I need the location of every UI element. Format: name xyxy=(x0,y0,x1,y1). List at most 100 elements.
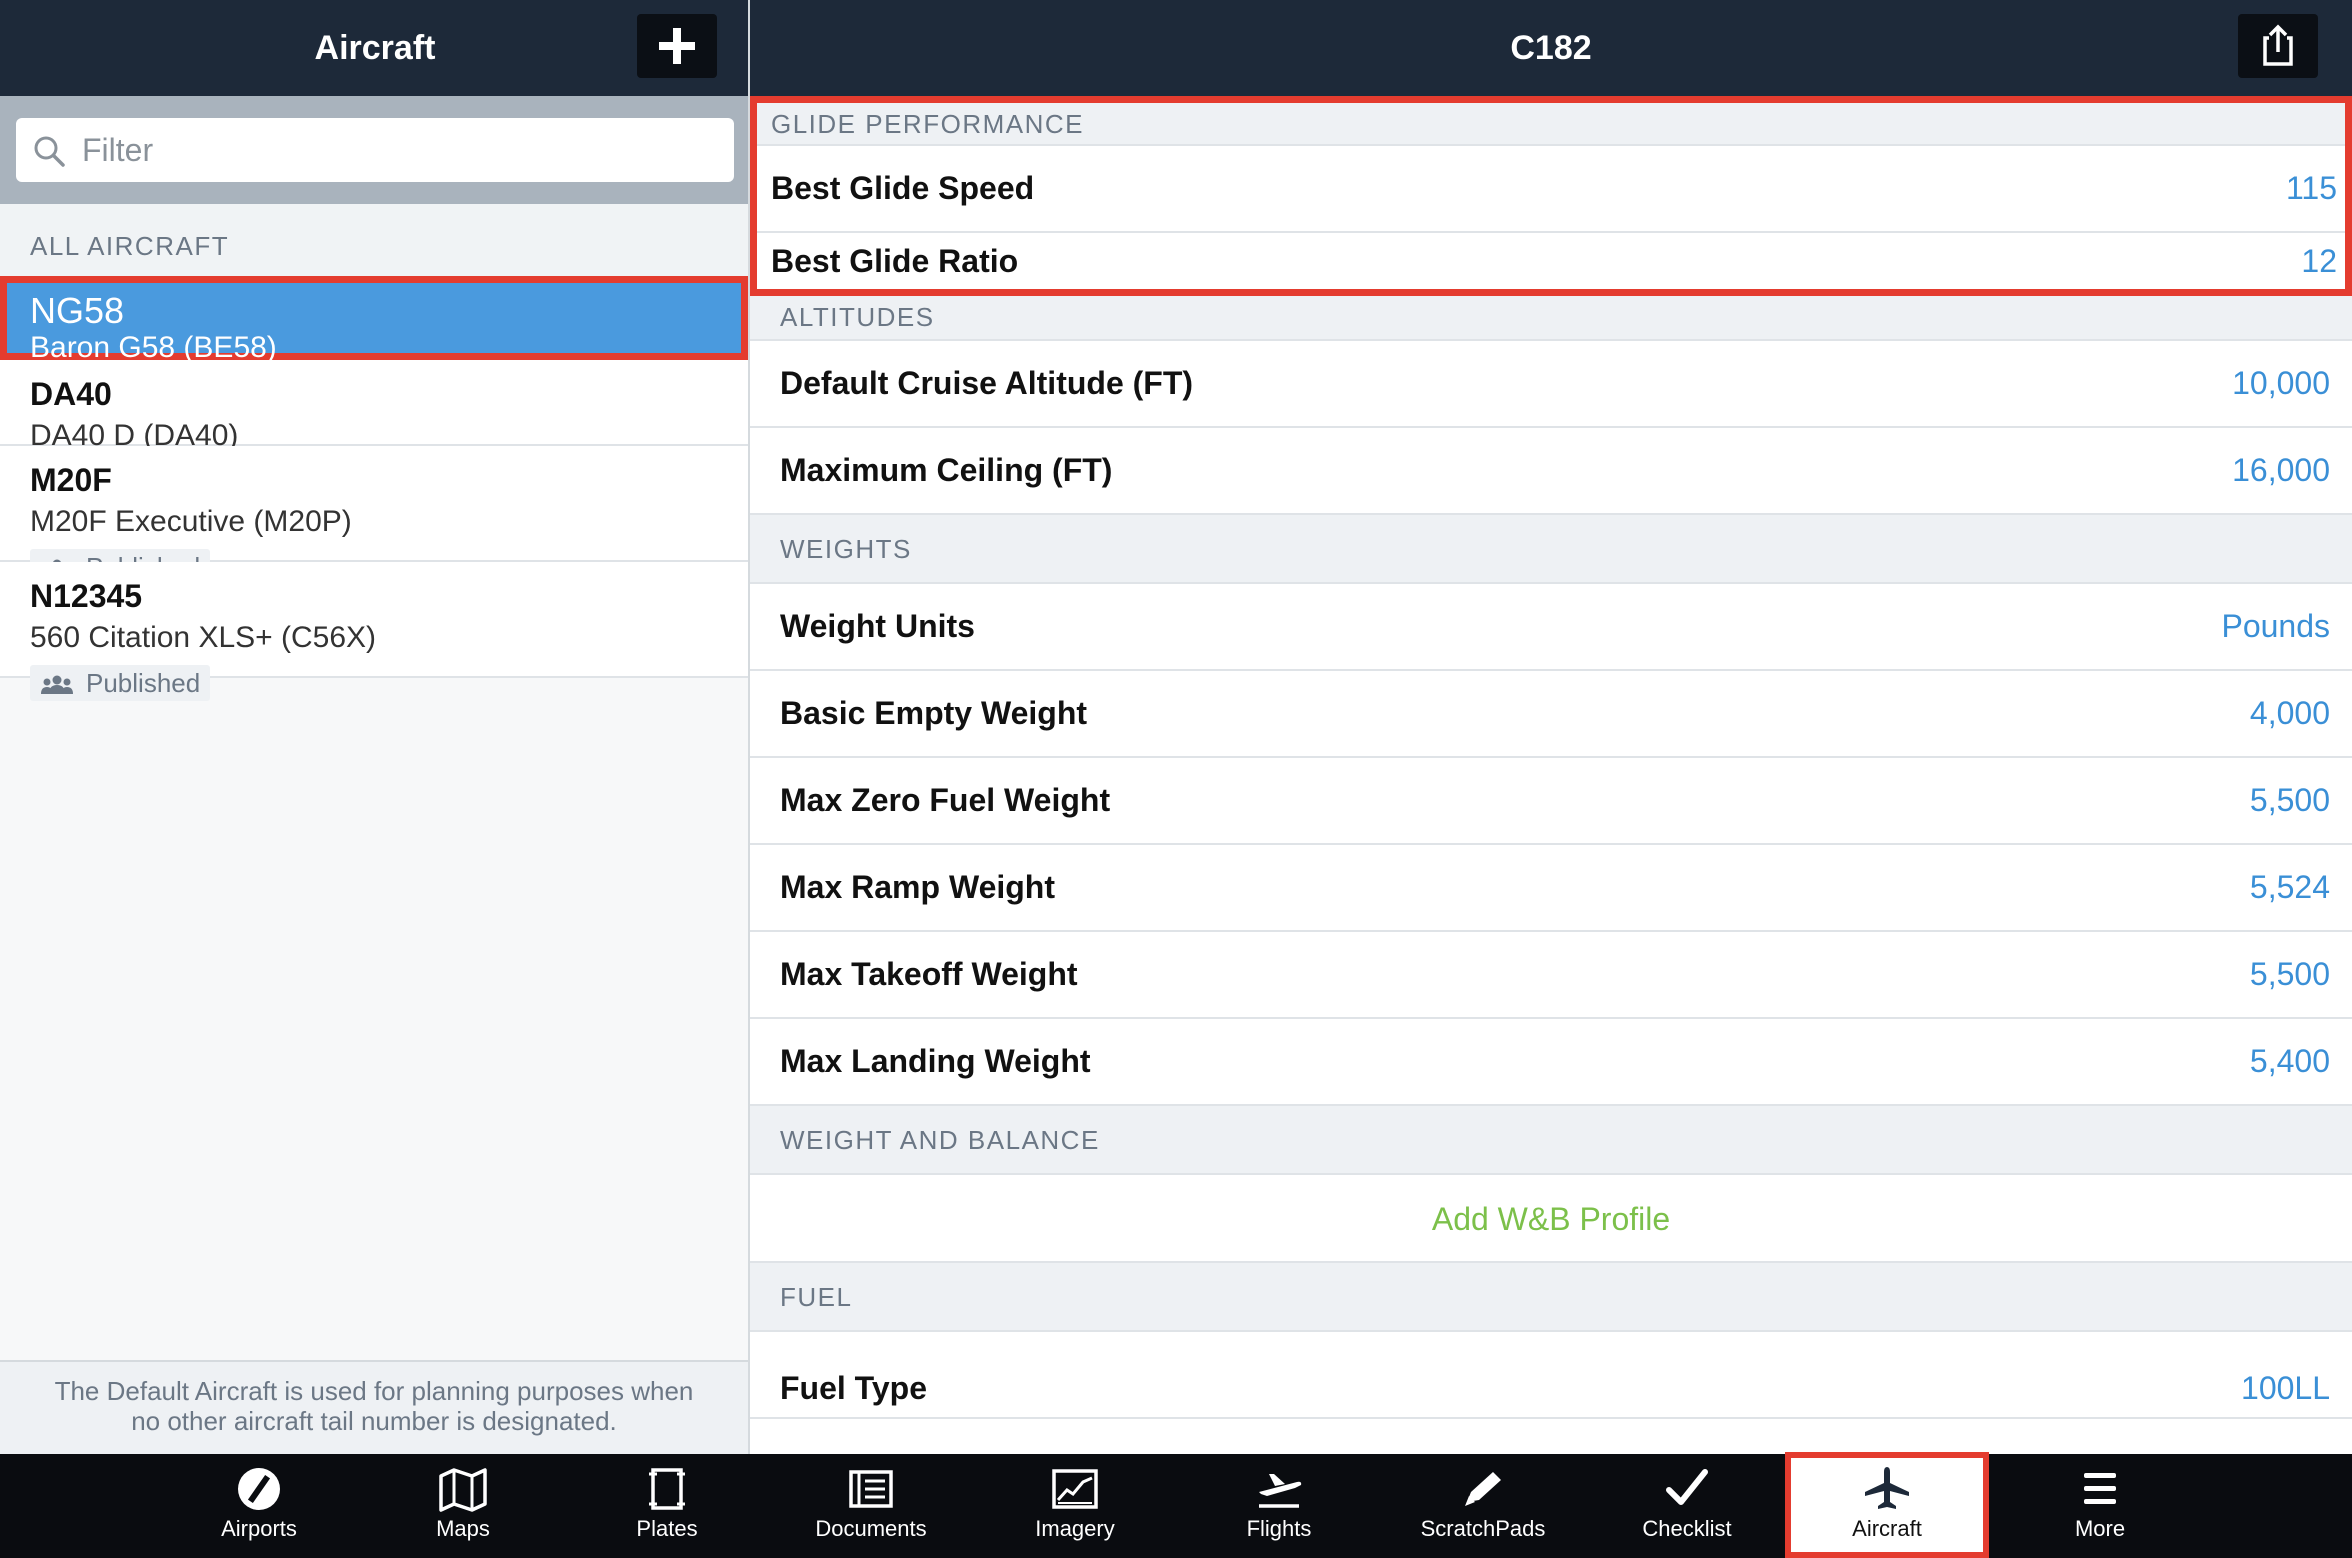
tab-label: Checklist xyxy=(1642,1516,1732,1541)
row-label: Basic Empty Weight xyxy=(780,695,1088,731)
tab-bar: Airports Maps Plates Documents Imagery F… xyxy=(0,1452,2352,1558)
row-max-zero-fuel-weight[interactable]: Max Zero Fuel Weight 5,500 xyxy=(750,758,2352,845)
glide-performance-highlight: GLIDE PERFORMANCE Best Glide Speed 115 B… xyxy=(750,96,2352,296)
filter-bar xyxy=(0,96,748,204)
row-label: Max Takeoff Weight xyxy=(780,956,1078,992)
row-best-glide-ratio[interactable]: Best Glide Ratio 12 xyxy=(757,233,2345,289)
tab-maps[interactable]: Maps xyxy=(361,1454,565,1558)
row-max-ramp-weight[interactable]: Max Ramp Weight 5,524 xyxy=(750,845,2352,932)
filter-field[interactable] xyxy=(16,118,734,182)
row-label: Best Glide Ratio xyxy=(771,243,1019,279)
row-value: 4,000 xyxy=(2249,695,2330,731)
tab-checklist[interactable]: Checklist xyxy=(1585,1454,1789,1558)
plates-icon xyxy=(649,1468,685,1510)
flights-icon xyxy=(1259,1474,1302,1508)
aircraft-detail-title: C182 xyxy=(1510,29,1592,67)
row-label: Best Glide Speed xyxy=(771,170,1035,206)
tab-label: Flights xyxy=(1246,1516,1312,1541)
airports-icon xyxy=(238,1468,280,1510)
tab-airports[interactable]: Airports xyxy=(157,1454,361,1558)
aircraft-tail: NG58 xyxy=(30,290,125,331)
row-fuel-type[interactable]: Fuel Type 100LL xyxy=(750,1332,2352,1419)
aircraft-model: 560 Citation XLS+ (C56X) xyxy=(30,621,377,654)
glide-performance-header: GLIDE PERFORMANCE xyxy=(757,103,2345,146)
tab-imagery[interactable]: Imagery xyxy=(973,1454,1177,1558)
tab-label: Documents xyxy=(815,1516,927,1541)
row-label: Fuel Type xyxy=(780,1370,927,1406)
aircraft-tail: DA40 xyxy=(30,376,112,412)
tab-label: ScratchPads xyxy=(1420,1516,1546,1541)
weights-header: WEIGHTS xyxy=(750,515,2352,584)
tab-label: Plates xyxy=(636,1516,698,1541)
fuel-header: FUEL xyxy=(750,1263,2352,1332)
documents-icon xyxy=(849,1470,893,1508)
row-value: 5,500 xyxy=(2249,956,2330,992)
tab-label: Imagery xyxy=(1035,1516,1115,1541)
left-header: Aircraft xyxy=(0,0,748,96)
aircraft-icon xyxy=(1865,1467,1909,1509)
row-maximum-ceiling[interactable]: Maximum Ceiling (FT) 16,000 xyxy=(750,428,2352,515)
users-icon xyxy=(41,675,73,695)
row-basic-empty-weight[interactable]: Basic Empty Weight 4,000 xyxy=(750,671,2352,758)
tab-label: More xyxy=(2074,1516,2126,1541)
aircraft-tail: N12345 xyxy=(30,578,143,614)
row-value: 100LL xyxy=(2241,1370,2330,1406)
filter-input[interactable] xyxy=(82,118,722,182)
tab-label: Airports xyxy=(221,1516,297,1541)
more-icon xyxy=(2084,1473,2116,1504)
row-label: Max Zero Fuel Weight xyxy=(780,782,1111,818)
row-max-takeoff-weight[interactable]: Max Takeoff Weight 5,500 xyxy=(750,932,2352,1019)
footer-line: The Default Aircraft is used for plannin… xyxy=(54,1376,694,1406)
tab-aircraft[interactable]: Aircraft xyxy=(1785,1452,1989,1558)
row-value: Pounds xyxy=(2221,608,2330,644)
row-value: 5,500 xyxy=(2249,782,2330,818)
row-default-cruise-altitude[interactable]: Default Cruise Altitude (FT) 10,000 xyxy=(750,341,2352,428)
aircraft-list-item-n12345[interactable]: N12345 560 Citation XLS+ (C56X) Publishe… xyxy=(0,562,748,701)
row-best-glide-speed[interactable]: Best Glide Speed 115 xyxy=(757,146,2345,233)
right-header: C182 xyxy=(750,0,2352,96)
tab-label: Maps xyxy=(436,1516,490,1541)
row-value: 10,000 xyxy=(2232,365,2330,401)
scratchpads-icon xyxy=(1465,1472,1501,1506)
aircraft-list-pane: Aircraft ALL AIRCRAFT NG58 Baron G58 (BE… xyxy=(0,0,750,1454)
default-aircraft-note: The Default Aircraft is used for plannin… xyxy=(0,1360,748,1454)
tab-flights[interactable]: Flights xyxy=(1177,1454,1381,1558)
row-label: Max Landing Weight xyxy=(780,1043,1091,1079)
row-label: Default Cruise Altitude (FT) xyxy=(780,365,1194,401)
row-label: Max Ramp Weight xyxy=(780,869,1055,905)
row-label: Weight Units xyxy=(780,608,975,644)
tab-documents[interactable]: Documents xyxy=(769,1454,973,1558)
row-max-landing-weight[interactable]: Max Landing Weight 5,400 xyxy=(750,1019,2352,1106)
add-wb-profile-button[interactable]: Add W&B Profile xyxy=(750,1175,2352,1263)
row-value: 5,400 xyxy=(2249,1043,2330,1079)
row-value: 115 xyxy=(2285,170,2337,206)
aircraft-model: M20F Executive (M20P) xyxy=(30,505,352,538)
row-value: 16,000 xyxy=(2232,452,2330,488)
tab-plates[interactable]: Plates xyxy=(565,1454,769,1558)
tab-label: Aircraft xyxy=(1852,1516,1922,1541)
weight-and-balance-header: WEIGHT AND BALANCE xyxy=(750,1106,2352,1175)
share-button[interactable] xyxy=(2238,14,2318,78)
footer-line: no other aircraft tail number is designa… xyxy=(131,1406,617,1436)
all-aircraft-section-label: ALL AIRCRAFT xyxy=(0,204,748,276)
tab-scratchpads[interactable]: ScratchPads xyxy=(1381,1454,1585,1558)
row-value: 12 xyxy=(2301,243,2337,279)
share-icon xyxy=(2263,24,2293,66)
aircraft-list-item-ng58[interactable]: NG58 Baron G58 (BE58) xyxy=(0,276,748,364)
published-label: Published xyxy=(86,668,201,698)
row-value: 5,524 xyxy=(2249,869,2330,905)
altitudes-header: ALTITUDES xyxy=(750,296,2352,341)
search-icon xyxy=(34,136,65,167)
aircraft-list-item-da40[interactable]: DA40 DA40 D (DA40) xyxy=(0,360,748,452)
imagery-icon xyxy=(1052,1469,1098,1509)
add-aircraft-button[interactable] xyxy=(637,14,717,78)
checklist-icon xyxy=(1666,1469,1708,1505)
aircraft-list-item-m20f[interactable]: M20F M20F Executive (M20P) Published xyxy=(0,446,748,585)
app-root: Aircraft ALL AIRCRAFT NG58 Baron G58 (BE… xyxy=(0,0,2352,1558)
aircraft-tail: M20F xyxy=(30,462,112,498)
tab-more[interactable]: More xyxy=(1998,1454,2202,1558)
maps-icon xyxy=(439,1468,487,1512)
aircraft-detail-pane: C182 GLIDE PERFORMANCE Best Glide Speed … xyxy=(750,0,2352,1454)
published-badge: Published xyxy=(30,665,211,701)
row-weight-units[interactable]: Weight Units Pounds xyxy=(750,584,2352,671)
